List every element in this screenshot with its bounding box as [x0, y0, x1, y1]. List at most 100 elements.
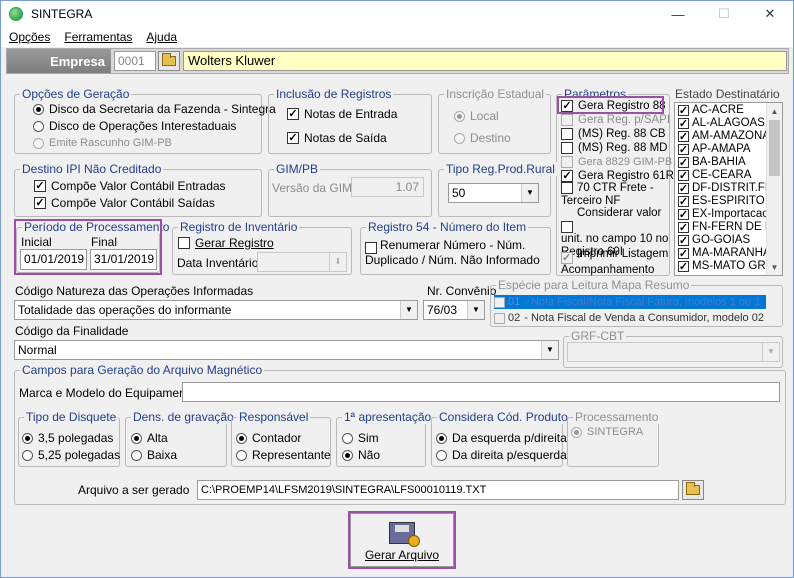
- radio-525-polegadas[interactable]: 5,25 polegadas: [22, 448, 120, 462]
- radio-disco-interestaduais[interactable]: Disco de Operações Interestaduais: [33, 119, 236, 133]
- check-imprimir-listagem: ✓ Imprimir Listagem Acompanhamento: [561, 248, 669, 276]
- tipo-reg-title: Tipo Reg.Prod.Rural: [444, 162, 557, 176]
- menu-bar: Opções Ferramentas Ajuda: [1, 27, 793, 47]
- check-notas-entrada[interactable]: ✓ Notas de Entrada: [287, 107, 397, 121]
- radio-baixa[interactable]: Baixa: [131, 448, 177, 462]
- radio-destino: Destino: [454, 131, 511, 145]
- especie-item-02: 02- Nota Fiscal de Venda a Consumidor, m…: [494, 311, 766, 325]
- radio-representante[interactable]: Representante: [236, 448, 331, 462]
- empresa-name-field[interactable]: Wolters Kluwer: [183, 51, 787, 71]
- check-gera-reg-sapi: Gera Reg. p/SAPI: [561, 113, 670, 127]
- check-gerar-registro[interactable]: Gerar Registro: [178, 236, 274, 250]
- radio-rascunho-gim: Emite Rascunho GIM-PB: [33, 136, 172, 150]
- check-gera-registro-61r[interactable]: ✓ Gera Registro 61R: [561, 169, 674, 183]
- folder-icon: [686, 482, 700, 495]
- radio-sim[interactable]: Sim: [342, 431, 379, 445]
- radio-direita-esquerda[interactable]: Da direita p/esquerda: [436, 448, 567, 462]
- tipo-reg-select[interactable]: 50 ▼: [448, 183, 539, 203]
- marca-modelo-input[interactable]: [182, 382, 780, 402]
- versao-gim-input: 1.07: [351, 177, 424, 197]
- inscricao-title: Inscrição Estadual: [444, 87, 547, 101]
- inscricao-group: Inscrição Estadual: [438, 87, 551, 154]
- inicial-input[interactable]: 01/01/2019: [20, 249, 87, 270]
- close-button[interactable]: ✕: [747, 1, 793, 27]
- marca-modelo-label: Marca e Modelo do Equipamento: [19, 386, 196, 400]
- main-window: SINTEGRA — ☐ ✕ Opções Ferramentas Ajuda …: [0, 0, 794, 578]
- reg54-title: Registro 54 - Número do Item: [366, 220, 529, 234]
- check-ms-reg-88-cb[interactable]: (MS) Reg. 88 CB: [561, 127, 666, 141]
- inclusao-group: Inclusão de Registros: [268, 87, 432, 154]
- check-gera-8829: Gera 8829 GIM-PB: [561, 155, 672, 169]
- menu-opcoes[interactable]: Opções: [3, 30, 56, 44]
- maximize-button: ☐: [718, 6, 730, 21]
- radio-alta[interactable]: Alta: [131, 431, 168, 445]
- campos-title: Campos para Geração do Arquivo Magnético: [20, 363, 265, 377]
- inventario-title: Registro de Inventário: [178, 220, 300, 234]
- check-ms-reg-88-md[interactable]: (MS) Reg. 88 MD: [561, 141, 667, 155]
- inicial-label: Inicial: [21, 235, 52, 249]
- convenio-select[interactable]: 76/03 ▼: [423, 300, 485, 320]
- apresentacao-title: 1ª apresentação: [342, 410, 434, 424]
- natureza-select[interactable]: Totalidade das operações do informante ▼: [14, 300, 418, 320]
- inclusao-title: Inclusão de Registros: [274, 87, 394, 101]
- data-inventario-label: Data Inventário: [177, 256, 259, 270]
- folder-icon: [162, 53, 176, 66]
- especie-item-01: 01- Nota Fiscal/Nota Fiscal Fatura, mode…: [494, 295, 766, 309]
- natureza-label: Código Natureza das Operações Informadas: [15, 284, 254, 298]
- estado-title: Estado Destinatário: [675, 87, 780, 101]
- empresa-label: Empresa: [7, 49, 111, 73]
- highlight-gerar: [348, 511, 456, 569]
- arquivo-label: Arquivo a ser gerado: [78, 483, 190, 497]
- final-input[interactable]: 31/01/2019: [90, 249, 157, 270]
- data-inventario-input: ⬇: [257, 252, 347, 272]
- check-notas-saida[interactable]: ✓ Notas de Saída: [287, 131, 387, 145]
- menu-ferramentas[interactable]: Ferramentas: [58, 30, 138, 44]
- menu-ajuda[interactable]: Ajuda: [140, 30, 183, 44]
- processamento-title: Processamento: [573, 410, 661, 424]
- arquivo-input[interactable]: C:\PROEMP14\LFSM2019\SINTEGRA\LFS0001011…: [197, 480, 679, 500]
- tipo-disquete-title: Tipo de Disquete: [24, 410, 119, 424]
- opcoes-geracao-title: Opções de Geração: [20, 87, 132, 101]
- minimize-button[interactable]: —: [655, 1, 701, 27]
- title-bar: SINTEGRA — ☐ ✕: [1, 1, 793, 27]
- check-compoe-saidas[interactable]: ✓ Compõe Valor Contábil Saídas: [34, 196, 215, 210]
- arquivo-browse-button[interactable]: [682, 480, 704, 500]
- especie-title: Espécie para Leitura Mapa Resumo: [496, 278, 692, 292]
- destino-ipi-title: Destino IPI Não Creditado: [20, 162, 164, 176]
- check-70-ctr-frete[interactable]: 70 CTR Frete - Terceiro NF: [561, 182, 667, 208]
- scroll-up-icon[interactable]: ▲: [767, 103, 782, 119]
- empresa-browse-button[interactable]: [158, 51, 180, 71]
- check-compoe-entradas[interactable]: ✓ Compõe Valor Contábil Entradas: [34, 179, 226, 193]
- highlight-registro-88: [557, 96, 664, 114]
- estado-scrollbar[interactable]: ▲ ▼: [766, 103, 782, 275]
- gim-pb-title: GIM/PB: [274, 162, 321, 176]
- radio-esquerda-direita[interactable]: Da esquerda p/direita: [436, 431, 567, 445]
- final-label: Final: [91, 235, 118, 249]
- check-renumerar[interactable]: Renumerar Número - Núm. Duplicado / Núm.…: [365, 239, 545, 267]
- radio-35-polegadas[interactable]: 3,5 polegadas: [22, 431, 113, 445]
- chevron-down-icon: ▼: [541, 341, 558, 359]
- chevron-down-icon: ⬇: [329, 253, 346, 271]
- densidade-title: Dens. de gravação: [131, 410, 236, 424]
- considera-title: Considera Cód. Produto: [437, 410, 570, 424]
- chevron-down-icon: ▼: [400, 301, 417, 319]
- empresa-bar: Empresa 0001 Wolters Kluwer: [6, 48, 789, 74]
- finalidade-select[interactable]: Normal ▼: [14, 340, 559, 360]
- radio-nao[interactable]: Não: [342, 448, 380, 462]
- grf-cbt-select: ▼: [567, 342, 780, 362]
- scroll-down-icon[interactable]: ▼: [767, 259, 782, 275]
- scroll-thumb[interactable]: [769, 120, 780, 176]
- radio-disco-sefaz[interactable]: Disco da Secretaria da Fazenda - Sintegr…: [33, 102, 276, 116]
- radio-contador[interactable]: Contador: [236, 431, 301, 445]
- grf-cbt-title: GRF-CBT: [569, 329, 627, 343]
- chevron-down-icon: ▼: [521, 184, 538, 202]
- estado-list[interactable]: ✓ AC-ACRE ✓ AL-ALAGOAS ✓ AM-AMAZONAS ✓ AP-AMAPA…: [674, 102, 783, 276]
- convenio-label: Nr. Convênio: [427, 284, 497, 298]
- app-icon: [9, 7, 23, 21]
- empresa-code-input[interactable]: 0001: [114, 51, 156, 71]
- chevron-down-icon: ▼: [762, 343, 779, 361]
- responsavel-title: Responsável: [237, 410, 311, 424]
- finalidade-label: Código da Finalidade: [15, 324, 129, 338]
- radio-local: Local: [454, 109, 499, 123]
- chevron-down-icon: ▼: [467, 301, 484, 319]
